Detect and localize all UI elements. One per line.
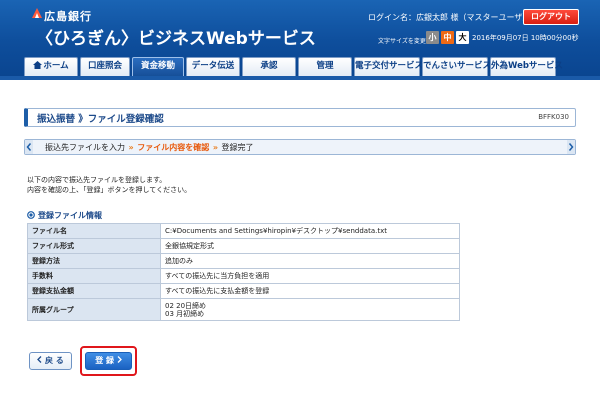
tab-foreign-exchange[interactable]: 外為Webサービス <box>490 57 563 76</box>
row-value: すべての振込先に当方負担を適用 <box>160 268 460 284</box>
tab-e-delivery[interactable]: 電子交付サービス <box>354 57 423 76</box>
page-title: 振込振替 》ファイル登録確認 <box>37 114 164 125</box>
file-info-table: ファイル名 C:¥Documents and Settings¥hiropin¥… <box>27 223 460 321</box>
section-heading: 登録ファイル情報 <box>27 210 102 221</box>
font-size-label: 文字サイズを変更 <box>378 38 426 45</box>
row-value: 02 20日締め 03 月初締め <box>160 298 460 321</box>
step-separator: » <box>212 143 218 152</box>
step-complete: 登録完了 <box>221 143 254 152</box>
section-title: 登録ファイル情報 <box>38 211 102 220</box>
row-label: ファイル名 <box>27 223 161 239</box>
table-row: ファイル名 C:¥Documents and Settings¥hiropin¥… <box>27 223 460 239</box>
table-row: ファイル形式 全銀協規定形式 <box>27 238 460 254</box>
login-datetime: 2016年09月07日 10時00分00秒 <box>472 34 579 42</box>
row-label: 所属グループ <box>27 298 161 321</box>
tab-densai[interactable]: でんさいサービス <box>422 57 491 76</box>
main-nav: ホーム 口座照会 資金移動 データ伝送 承認 管理 電子交付サービス でんさいサ… <box>24 57 563 76</box>
tab-management[interactable]: 管理 <box>298 57 352 76</box>
tab-home-label: ホーム <box>43 61 69 71</box>
step-separator: » <box>128 143 134 152</box>
row-value: すべての振込先に支払金額を登録 <box>160 283 460 299</box>
table-row: 登録方法 追加のみ <box>27 253 460 269</box>
bank-logo-icon <box>31 7 43 19</box>
chevron-right-icon <box>567 140 575 154</box>
row-value: 全銀協規定形式 <box>160 238 460 254</box>
row-label: 手数料 <box>27 268 161 284</box>
register-button[interactable]: 登 録 <box>85 352 132 370</box>
font-size-small-button[interactable]: 小 <box>426 31 439 44</box>
nav-underline <box>0 76 600 80</box>
chevron-left-icon <box>37 353 42 363</box>
back-button-label: 戻 る <box>45 356 64 365</box>
instruction-line-2: 内容を確認の上、「登録」ボタンを押してください。 <box>27 186 192 194</box>
chevron-left-icon <box>25 140 33 154</box>
font-size-medium-button[interactable]: 中 <box>441 31 454 44</box>
row-label: ファイル形式 <box>27 238 161 254</box>
bank-name: 広島銀行 <box>44 10 92 23</box>
back-button[interactable]: 戻 る <box>29 352 72 370</box>
row-label: 登録方法 <box>27 253 161 269</box>
row-value: 追加のみ <box>160 253 460 269</box>
font-size-large-button[interactable]: 大 <box>456 31 469 44</box>
step-indicator: 振込先ファイルを入力 » ファイル内容を確認 » 登録完了 <box>24 139 576 155</box>
steps-line: 振込先ファイルを入力 » ファイル内容を確認 » 登録完了 <box>45 142 254 153</box>
page-title-bar: 振込振替 》ファイル登録確認 BFFK030 <box>24 108 576 127</box>
row-label: 登録支払金額 <box>27 283 161 299</box>
service-name: 〈ひろぎん〉ビジネスWebサービス <box>36 29 316 49</box>
step-input: 振込先ファイルを入力 <box>45 143 125 152</box>
circle-bullet-icon <box>27 211 35 219</box>
table-row: 登録支払金額 すべての振込先に支払金額を登録 <box>27 283 460 299</box>
chevron-right-icon <box>117 353 122 363</box>
group-value-1: 02 20日締め <box>165 301 207 310</box>
header: 広島銀行 〈ひろぎん〉ビジネスWebサービス ログイン名：広銀太郎 様（マスター… <box>0 0 600 76</box>
step-confirm-current: ファイル内容を確認 <box>137 143 210 152</box>
login-info: ログイン名：広銀太郎 様（マスターユーザ） <box>368 13 531 22</box>
tab-home[interactable]: ホーム <box>24 57 78 76</box>
group-value-2: 03 月初締め <box>165 309 205 318</box>
instruction-line-1: 以下の内容で振込先ファイルを登録します。 <box>27 176 167 184</box>
row-value: C:¥Documents and Settings¥hiropin¥デスクトップ… <box>160 223 460 239</box>
logout-button[interactable]: ログアウト <box>523 9 579 25</box>
tab-data-transmission[interactable]: データ伝送 <box>186 57 240 76</box>
table-row: 手数料 すべての振込先に当方負担を適用 <box>27 268 460 284</box>
table-row: 所属グループ 02 20日締め 03 月初締め <box>27 298 460 321</box>
tab-fund-transfer[interactable]: 資金移動 <box>132 57 184 76</box>
screen-id: BFFK030 <box>538 113 569 121</box>
home-icon <box>33 59 43 69</box>
tab-approval[interactable]: 承認 <box>242 57 296 76</box>
register-button-label: 登 録 <box>95 356 114 365</box>
tab-account-inquiry[interactable]: 口座照会 <box>80 57 130 76</box>
